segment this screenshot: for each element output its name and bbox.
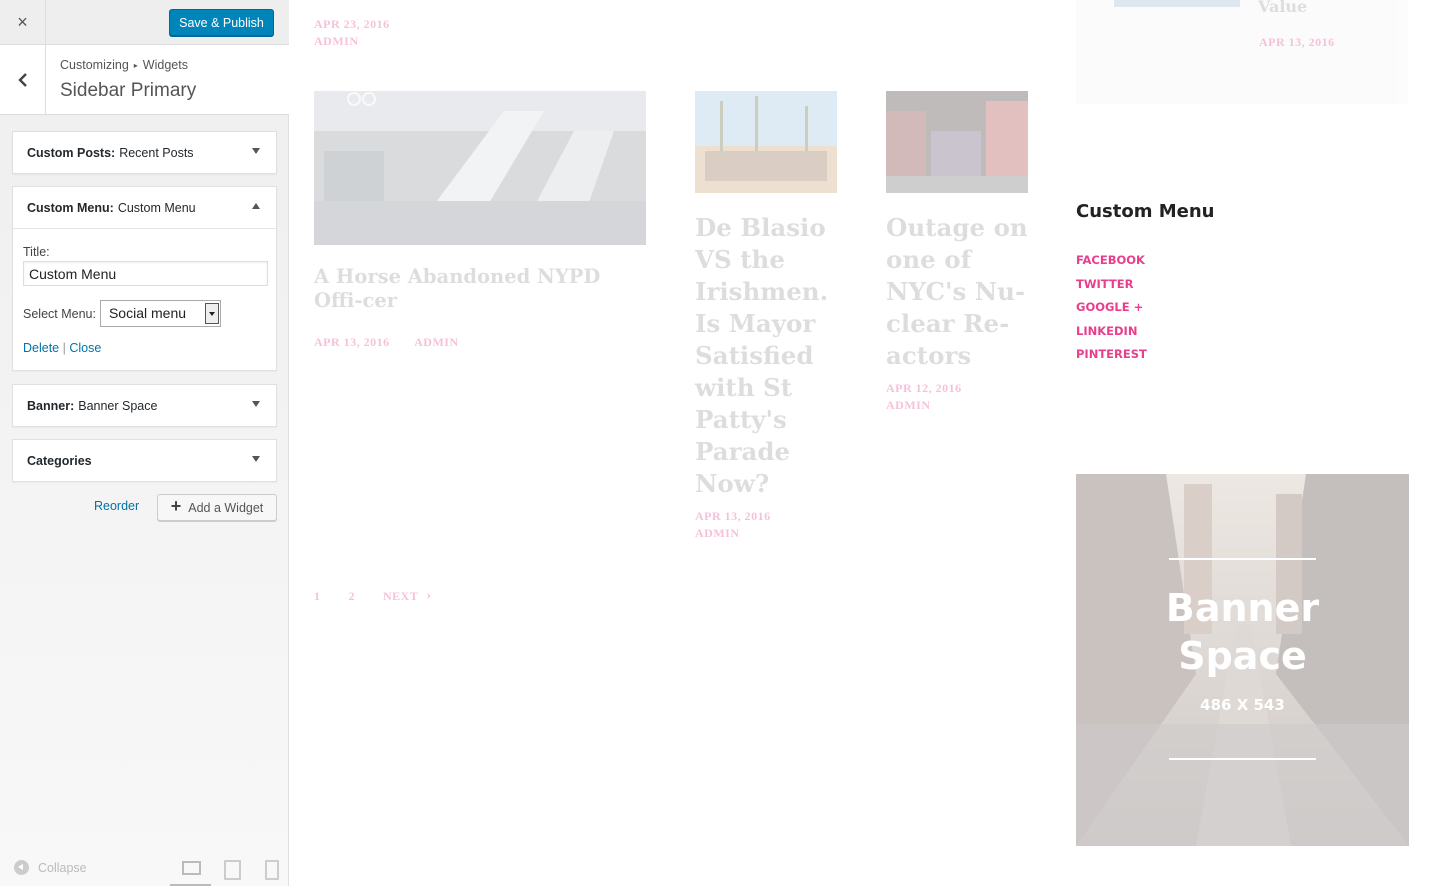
add-widget-label: Add a Widget <box>188 500 264 515</box>
caret-down-icon <box>252 148 260 154</box>
post-author[interactable]: ADMIN <box>314 34 390 49</box>
post-author[interactable]: ADMIN <box>886 398 962 413</box>
widget-header-banner[interactable]: Banner: Banner Space <box>13 385 276 426</box>
banner-size: 486 X 543 <box>1200 696 1285 714</box>
customizer-sidebar: × Save & Publish Customizing ▸ Widgets Sid… <box>0 0 289 886</box>
post-image[interactable] <box>886 91 1028 193</box>
menu-select[interactable]: Social menu <box>99 300 221 327</box>
thumbnail-image <box>1114 0 1240 7</box>
menu-item-pinterest[interactable]: PINTEREST <box>1076 347 1214 371</box>
breadcrumb-customizing: Customizing <box>60 58 129 72</box>
post-date: APR 13, 2016 <box>314 335 390 349</box>
social-menu-list: FACEBOOK TWITTER GOOGLE + LINKEDIN PINTE… <box>1076 253 1214 371</box>
breadcrumb: Customizing ▸ Widgets <box>60 58 188 72</box>
close-customizer-button[interactable]: × <box>0 0 46 45</box>
widget-type: Categories <box>27 453 92 468</box>
menu-item-linkedin[interactable]: LINKEDIN <box>1076 324 1214 348</box>
menu-item-twitter[interactable]: TWITTER <box>1076 277 1214 301</box>
post-date: APR 13, 2016 <box>1259 35 1335 49</box>
top-right-card: Value APR 13, 2016 <box>1076 0 1408 104</box>
plus-icon: + <box>170 496 182 516</box>
select-menu-label: Select Menu: <box>23 306 96 321</box>
customizer-header: × Save & Publish <box>0 0 289 45</box>
post-date: APR 23, 2016 <box>314 17 390 31</box>
desktop-preview-icon[interactable] <box>181 860 201 876</box>
widget-header-custom-menu[interactable]: Custom Menu: Custom Menu <box>13 187 276 228</box>
widget-categories: Categories <box>12 439 277 482</box>
widget-header-recent-posts[interactable]: Custom Posts: Recent Posts <box>13 132 276 173</box>
widget-name: Custom Menu <box>117 200 196 215</box>
add-widget-button[interactable]: + Add a Widget <box>157 494 277 521</box>
widget-recent-posts: Custom Posts: Recent Posts <box>12 131 277 174</box>
post-title[interactable]: A Horse Abandoned NYPD Offi-cer <box>314 265 646 313</box>
customizer-footer: Collapse <box>0 850 289 886</box>
post-title[interactable]: Outage on one of NYC's Nu-clear Re-actor… <box>886 212 1036 372</box>
tablet-preview-icon[interactable] <box>222 860 241 880</box>
widget-banner: Banner: Banner Space <box>12 384 277 427</box>
banner-title-line2: Space <box>1178 634 1307 678</box>
dropdown-arrow-icon <box>204 303 219 324</box>
close-link[interactable]: Close <box>69 341 101 355</box>
chevron-right-icon: › <box>426 588 432 603</box>
caret-down-icon <box>252 401 260 407</box>
banner-space[interactable]: Banner Space 486 X 543 <box>1076 474 1409 846</box>
delete-link[interactable]: Delete <box>23 341 59 355</box>
chevron-left-icon <box>17 73 27 87</box>
top-post-meta: APR 23, 2016 ADMIN <box>314 17 390 49</box>
breadcrumb-separator: ▸ <box>133 61 138 70</box>
close-icon: × <box>17 12 28 32</box>
panel-title: Sidebar Primary <box>60 80 197 101</box>
pagination: 1 2 NEXT › <box>314 588 432 604</box>
post-image[interactable] <box>314 91 646 245</box>
banner-title-line1: Banner <box>1165 586 1320 630</box>
widget-heading: Custom Menu <box>1076 201 1215 222</box>
page-1-link[interactable]: 1 <box>314 589 321 604</box>
page-2-link[interactable]: 2 <box>349 589 356 604</box>
collapse-button[interactable]: Collapse <box>14 860 87 875</box>
widget-name: Recent Posts <box>119 145 194 160</box>
menu-item-google-plus[interactable]: GOOGLE + <box>1076 300 1214 324</box>
widget-header-categories[interactable]: Categories <box>13 440 276 481</box>
collapse-label: Collapse <box>38 860 87 875</box>
post-author[interactable]: ADMIN <box>695 526 771 541</box>
breadcrumb-widgets: Widgets <box>142 58 188 72</box>
widget-type: Banner: <box>27 398 75 413</box>
collapse-icon <box>14 860 29 875</box>
caret-down-icon <box>252 456 260 462</box>
post-date: APR 13, 2016 <box>695 509 771 523</box>
save-publish-button[interactable]: Save & Publish <box>169 9 274 36</box>
panel-header: Customizing ▸ Widgets Sidebar Primary <box>0 45 289 115</box>
widget-type: Custom Menu: <box>27 200 114 215</box>
post-title[interactable]: De Blasio VS the Irishmen. Is Mayor Sati… <box>695 212 845 500</box>
title-input[interactable] <box>23 261 268 286</box>
post-image[interactable] <box>695 91 837 193</box>
reorder-link[interactable]: Reorder <box>94 499 139 513</box>
post-title[interactable]: Value <box>1258 0 1307 16</box>
widget-name: Banner Space <box>78 398 158 413</box>
post-date: APR 12, 2016 <box>886 381 962 395</box>
menu-select-value: Social menu <box>108 305 187 321</box>
title-label: Title: <box>23 245 50 259</box>
next-page-link[interactable]: NEXT <box>383 589 418 604</box>
widget-custom-menu: Custom Menu:Custom Menu Title: Select Me… <box>12 186 277 371</box>
mobile-preview-icon[interactable] <box>262 860 280 880</box>
widget-type: Custom Posts: <box>27 145 116 160</box>
custom-menu-widget: Custom Menu FACEBOOK TWITTER GOOGLE + LI… <box>1076 201 1214 371</box>
post-author[interactable]: ADMIN <box>414 335 459 349</box>
menu-item-facebook[interactable]: FACEBOOK <box>1076 253 1214 277</box>
back-button[interactable] <box>0 45 46 115</box>
widget-form: Title: Select Menu: Social menu Delete |… <box>13 228 276 370</box>
action-separator: | <box>62 341 66 355</box>
site-preview: APR 23, 2016 ADMIN Value APR 13, 2016 A … <box>290 0 1433 886</box>
caret-up-icon <box>252 203 260 209</box>
